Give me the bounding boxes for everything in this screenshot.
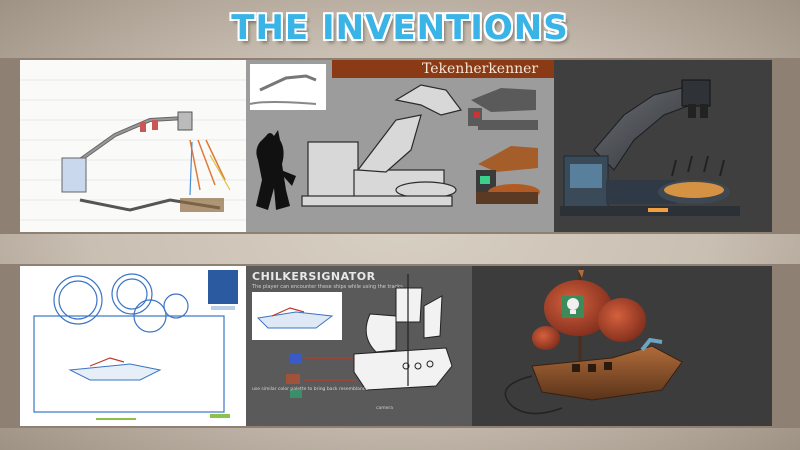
chilker-note: use similar color palette to bring back … — [252, 387, 368, 392]
sketch-panel — [20, 60, 246, 232]
inventions-row-2: CHILKERSIGNATOR The player can encounter… — [0, 264, 800, 428]
chilker-panel: CHILKERSIGNATOR The player can encounter… — [246, 266, 472, 426]
concept-panel: Tekenherkenner — [246, 60, 554, 232]
concept-drawing — [249, 64, 540, 210]
inventions-row-1: Tekenherkenner — [0, 58, 800, 234]
chilker-camera-label: camera — [376, 406, 393, 411]
blueprint-drawing — [33, 270, 238, 420]
render-panel — [554, 60, 772, 232]
page-title: THE INVENTIONS — [231, 8, 569, 48]
ship-render-model — [504, 270, 683, 415]
ship-render-panel — [472, 266, 772, 426]
concept-header: Tekenherkenner — [332, 60, 554, 78]
render-model — [560, 79, 740, 216]
blueprint-panel — [20, 266, 246, 426]
chilker-drawing — [252, 274, 453, 398]
sketch-drawing — [20, 79, 246, 221]
